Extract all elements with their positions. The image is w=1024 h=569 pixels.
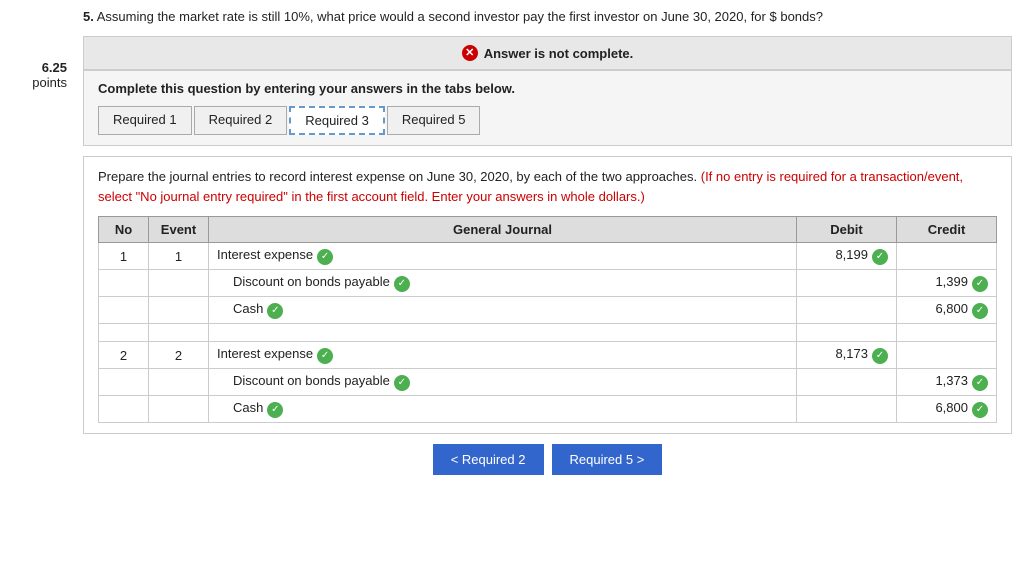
next-button[interactable]: Required 5 >: [552, 444, 663, 475]
instruction-text: Complete this question by entering your …: [98, 81, 997, 96]
answer-banner: ✕ Answer is not complete.: [83, 36, 1012, 70]
cell-event-0: 1: [149, 243, 209, 270]
cell-journal-0: Interest expense✓: [209, 243, 797, 270]
cell-credit-6: 6,800✓: [897, 396, 997, 423]
cell-credit-3: [897, 324, 997, 342]
col-header-credit: Credit: [897, 217, 997, 243]
cell-debit-4: 8,173✓: [797, 342, 897, 369]
cell-debit-1: [797, 270, 897, 297]
col-header-debit: Debit: [797, 217, 897, 243]
points-label: points: [8, 75, 67, 90]
check-credit-1: ✓: [972, 276, 988, 292]
check-journal-1: ✓: [394, 276, 410, 292]
cell-debit-5: [797, 369, 897, 396]
tab-required1[interactable]: Required 1: [98, 106, 192, 135]
check-journal-4: ✓: [317, 348, 333, 364]
cell-credit-2: 6,800✓: [897, 297, 997, 324]
check-journal-2: ✓: [267, 303, 283, 319]
col-header-no: No: [99, 217, 149, 243]
check-journal-5: ✓: [394, 375, 410, 391]
cell-no-6: [99, 396, 149, 423]
check-journal-0: ✓: [317, 249, 333, 265]
tab-required2[interactable]: Required 2: [194, 106, 288, 135]
cell-event-5: [149, 369, 209, 396]
tabs-row: Required 1 Required 2 Required 3 Require…: [98, 106, 997, 135]
tab-required3[interactable]: Required 3: [289, 106, 385, 135]
cell-debit-6: [797, 396, 897, 423]
cell-credit-1: 1,399✓: [897, 270, 997, 297]
cell-journal-5: Discount on bonds payable✓: [209, 369, 797, 396]
cell-no-3: [99, 324, 149, 342]
cell-no-5: [99, 369, 149, 396]
tab-required5[interactable]: Required 5: [387, 106, 481, 135]
cell-event-4: 2: [149, 342, 209, 369]
check-debit-0: ✓: [872, 249, 888, 265]
cell-event-2: [149, 297, 209, 324]
content-area: Prepare the journal entries to record in…: [83, 156, 1012, 434]
cell-event-6: [149, 396, 209, 423]
check-journal-6: ✓: [267, 402, 283, 418]
col-header-event: Event: [149, 217, 209, 243]
cell-event-1: [149, 270, 209, 297]
check-credit-6: ✓: [972, 402, 988, 418]
bottom-nav: < Required 2 Required 5 >: [83, 444, 1012, 475]
prev-button[interactable]: < Required 2: [433, 444, 544, 475]
cell-no-4: 2: [99, 342, 149, 369]
cell-no-0: 1: [99, 243, 149, 270]
x-icon: ✕: [462, 45, 478, 61]
instructions-text: Prepare the journal entries to record in…: [98, 167, 997, 206]
check-debit-4: ✓: [872, 348, 888, 364]
cell-no-2: [99, 297, 149, 324]
col-header-journal: General Journal: [209, 217, 797, 243]
cell-journal-2: Cash✓: [209, 297, 797, 324]
banner-text: Answer is not complete.: [484, 46, 634, 61]
complete-box: Complete this question by entering your …: [83, 70, 1012, 146]
cell-debit-2: [797, 297, 897, 324]
cell-journal-1: Discount on bonds payable✓: [209, 270, 797, 297]
cell-event-3: [149, 324, 209, 342]
cell-credit-4: [897, 342, 997, 369]
cell-journal-4: Interest expense✓: [209, 342, 797, 369]
journal-table: No Event General Journal Debit Credit 11…: [98, 216, 997, 423]
check-credit-5: ✓: [972, 375, 988, 391]
cell-journal-3: [209, 324, 797, 342]
cell-debit-0: 8,199✓: [797, 243, 897, 270]
cell-no-1: [99, 270, 149, 297]
check-credit-2: ✓: [972, 303, 988, 319]
cell-credit-0: [897, 243, 997, 270]
points-value: 6.25: [8, 60, 67, 75]
cell-journal-6: Cash✓: [209, 396, 797, 423]
question-text: 5. Assuming the market rate is still 10%…: [83, 8, 1012, 26]
cell-credit-5: 1,373✓: [897, 369, 997, 396]
cell-debit-3: [797, 324, 897, 342]
